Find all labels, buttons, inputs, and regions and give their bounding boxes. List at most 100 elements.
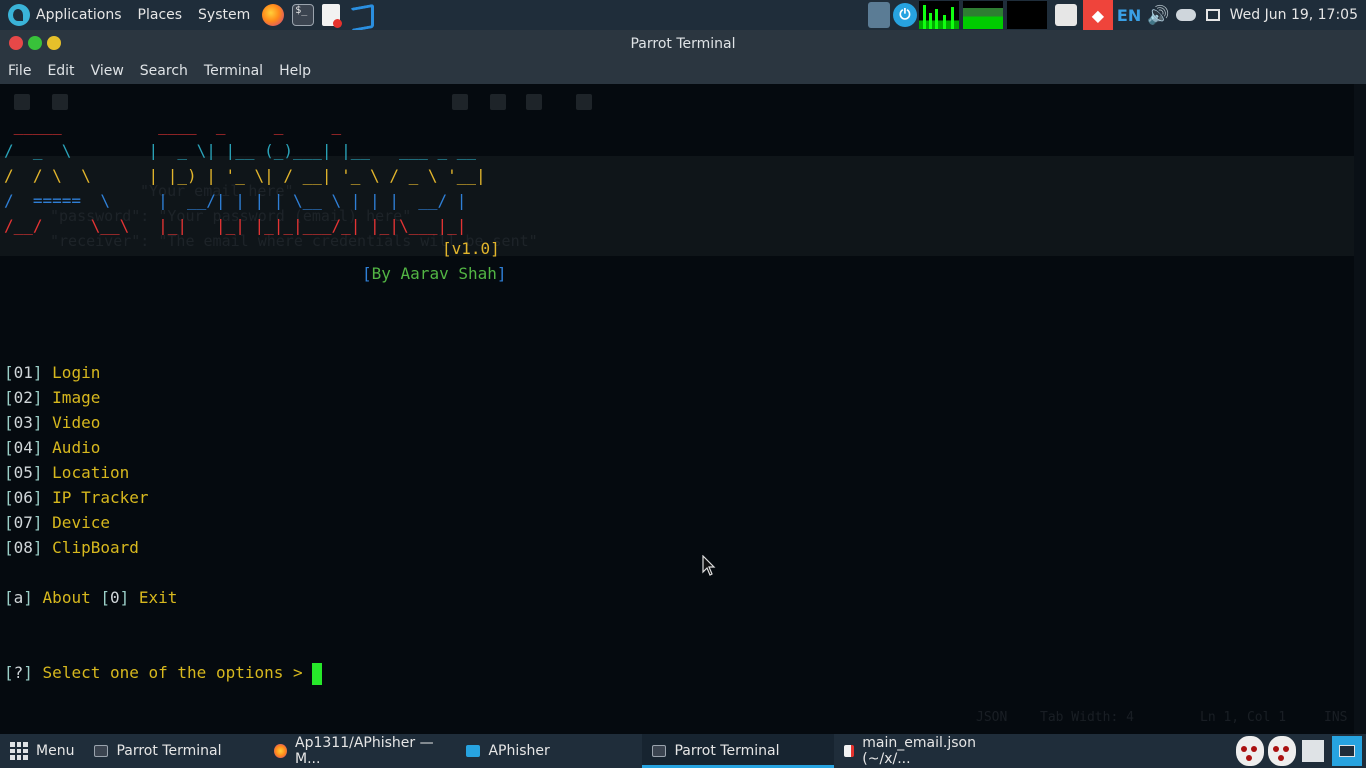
- prompt-line[interactable]: [?] Select one of the options >: [4, 660, 323, 685]
- exit-label: Exit: [138, 588, 178, 607]
- ghost-cut-icon: [452, 94, 468, 110]
- option-num: 07: [13, 513, 33, 532]
- power-icon[interactable]: ⏻: [892, 3, 917, 27]
- task-firefox[interactable]: Ap1311/APhisher — M...: [264, 734, 456, 768]
- ghost-status-pos: Ln 1, Col 1: [1200, 710, 1287, 725]
- cpu-graph-icon: [918, 1, 959, 29]
- anydesk-icon[interactable]: ◆: [1082, 0, 1113, 30]
- prompt-text: Select one of the options >: [42, 663, 313, 682]
- about-label: About: [42, 588, 91, 607]
- option-label: Video: [52, 413, 101, 432]
- option-video: [03] Video: [4, 413, 101, 432]
- option-num: 03: [13, 413, 33, 432]
- task-label: Parrot Terminal: [674, 743, 780, 759]
- top-panel: Applications Places System $_ ⏻ ◆ EN 🔊 W…: [0, 0, 1366, 30]
- mouse-pointer-icon: [702, 555, 716, 576]
- option-location: [05] Location: [4, 463, 130, 482]
- ghost-status-lang: JSON: [976, 710, 1008, 725]
- option-num: 02: [13, 388, 33, 407]
- option-num: 01: [13, 363, 33, 382]
- active-terminal-tray-icon[interactable]: [1332, 736, 1362, 766]
- task-label: Ap1311/APhisher — M...: [295, 735, 434, 767]
- option-label: ClipBoard: [52, 538, 139, 557]
- system-menu[interactable]: System: [190, 0, 258, 30]
- terminal-area[interactable]: "Your email here" "password": "Your pass…: [0, 84, 1354, 734]
- main-menu-button[interactable]: Menu: [0, 734, 84, 768]
- option-clipboard: [08] ClipBoard: [4, 538, 139, 557]
- applications-menu[interactable]: Applications: [0, 0, 130, 30]
- network-monitor-icon[interactable]: [867, 2, 890, 28]
- menu-terminal[interactable]: Terminal: [196, 63, 271, 79]
- ghost-status-ins: INS: [1324, 710, 1348, 725]
- ghost-search-icon: [576, 94, 592, 110]
- volume-icon[interactable]: 🔊: [1145, 5, 1171, 26]
- task-label: main_email.json (~/x/...: [862, 735, 976, 767]
- task-parrot-terminal-1[interactable]: Parrot Terminal: [84, 734, 264, 768]
- option-label: Location: [52, 463, 130, 482]
- terminal-launcher-icon[interactable]: $_: [292, 4, 315, 26]
- author-bracket-close: ]: [496, 264, 507, 283]
- banner-row-4: / ===== \ | __/| | | | \__ \ | | | __/ |: [4, 191, 467, 210]
- bottom-panel: Menu Parrot Terminal Ap1311/APhisher — M…: [0, 734, 1366, 768]
- parrot-logo-icon: [8, 4, 30, 26]
- maximize-window-button[interactable]: [28, 36, 42, 50]
- firefox-launcher-icon[interactable]: [262, 4, 285, 26]
- option-login: [01] Login: [4, 363, 101, 382]
- option-num: 04: [13, 438, 33, 457]
- terminal-icon: [94, 745, 109, 757]
- menu-edit[interactable]: Edit: [39, 63, 82, 79]
- banner-version: [v1.0]: [442, 239, 500, 258]
- banner-row-3: / / \ \ | |_) | '_ \| / __| '_ \ / _ \ '…: [4, 166, 486, 185]
- show-desktop-icon[interactable]: [1205, 9, 1220, 21]
- ghost-paste-icon: [526, 94, 542, 110]
- menu-view[interactable]: View: [83, 63, 132, 79]
- workspace-1-mask-icon[interactable]: [1236, 736, 1264, 766]
- exit-key: 0: [110, 588, 120, 607]
- option-label: Login: [52, 363, 101, 382]
- memory-graph-icon: [962, 1, 1003, 29]
- option-num: 06: [13, 488, 33, 507]
- terminal-scrollbar[interactable]: [1354, 84, 1366, 734]
- archive-manager-icon[interactable]: [1302, 740, 1324, 762]
- task-main-email-json[interactable]: main_email.json (~/x/...: [834, 734, 1034, 768]
- ghost-status-tab: Tab Width: 4: [1040, 710, 1134, 725]
- cloud-icon[interactable]: [1175, 9, 1196, 21]
- workspace-2-mask-icon[interactable]: [1268, 736, 1296, 766]
- text-editor-launcher-icon[interactable]: [322, 4, 343, 28]
- window-title: Parrot Terminal: [630, 36, 736, 52]
- task-parrot-terminal-2[interactable]: Parrot Terminal: [642, 734, 835, 768]
- banner-author: [By Aarav Shah]: [362, 261, 507, 286]
- grid-menu-icon: [10, 742, 28, 760]
- firefox-icon: [274, 744, 288, 758]
- option-label: IP Tracker: [52, 488, 149, 507]
- minimize-window-button[interactable]: [47, 36, 61, 50]
- option-device: [07] Device: [4, 513, 110, 532]
- option-ip-tracker: [06] IP Tracker: [4, 488, 149, 507]
- window-titlebar[interactable]: Parrot Terminal: [0, 30, 1366, 58]
- clock[interactable]: Wed Jun 19, 17:05: [1226, 7, 1366, 23]
- net-graph-icon: [1006, 1, 1047, 29]
- banner-row-5: /__/ \__\ |_| |_| |_|_|___/_| |_|\___|_|: [4, 216, 467, 235]
- menu-help[interactable]: Help: [271, 63, 319, 79]
- menu-file[interactable]: File: [0, 63, 39, 79]
- places-menu[interactable]: Places: [130, 0, 191, 30]
- terminal-icon: [652, 745, 667, 757]
- menu-search[interactable]: Search: [132, 63, 196, 79]
- terminal-cursor: [312, 662, 323, 685]
- option-label: Device: [52, 513, 110, 532]
- option-audio: [04] Audio: [4, 438, 101, 457]
- author-bracket-open: [: [362, 264, 372, 283]
- option-label: Image: [52, 388, 101, 407]
- main-menu-label: Menu: [36, 743, 75, 759]
- option-label: Audio: [52, 438, 101, 457]
- screenshot-icon[interactable]: [1054, 4, 1077, 26]
- option-num: 05: [13, 463, 33, 482]
- vscode-launcher-icon[interactable]: [348, 4, 370, 26]
- applications-label: Applications: [36, 7, 122, 23]
- option-num: 08: [13, 538, 33, 557]
- keyboard-layout-indicator[interactable]: EN: [1113, 6, 1145, 25]
- task-label: APhisher: [488, 743, 550, 759]
- about-key: a: [13, 588, 24, 607]
- close-window-button[interactable]: [9, 36, 23, 50]
- task-aphisher-folder[interactable]: APhisher: [456, 734, 642, 768]
